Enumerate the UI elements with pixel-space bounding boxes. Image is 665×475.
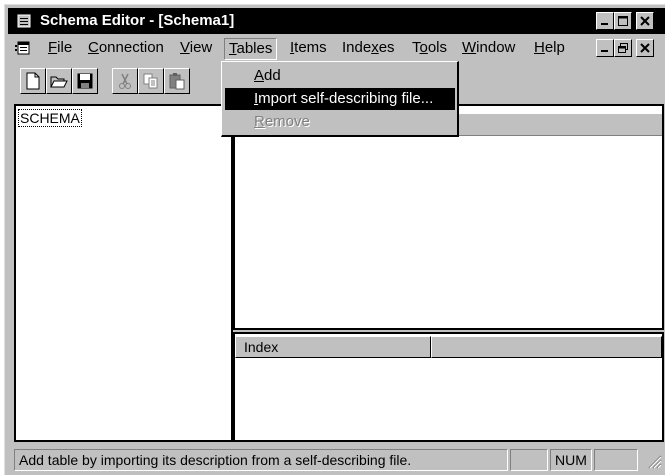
status-field-caps xyxy=(510,449,548,471)
window-title: Schema Editor - [Schema1] xyxy=(40,12,235,29)
cut-icon xyxy=(119,73,131,89)
items-pane xyxy=(233,104,664,330)
index-pane: Index xyxy=(233,332,664,442)
schema-tree[interactable]: SCHEMA xyxy=(14,104,233,442)
new-button[interactable] xyxy=(20,68,46,94)
menu-connection[interactable]: Connection xyxy=(84,38,168,58)
paste-button[interactable] xyxy=(164,68,190,94)
tree-root-schema[interactable]: SCHEMA xyxy=(18,109,82,127)
tables-dropdown: Add Import self-describing file... Remov… xyxy=(221,61,459,137)
app-icon[interactable] xyxy=(16,13,32,29)
status-field-scroll xyxy=(594,449,638,471)
menu-file[interactable]: File xyxy=(44,38,76,58)
index-column-header[interactable]: Index xyxy=(235,336,431,358)
menu-help[interactable]: Help xyxy=(530,38,569,58)
child-restore-button[interactable] xyxy=(614,39,632,57)
restore-icon xyxy=(618,43,628,53)
maximize-icon xyxy=(618,16,628,26)
paste-icon xyxy=(169,73,185,90)
resize-grip-icon[interactable] xyxy=(648,455,662,469)
title-bar[interactable]: Schema Editor - [Schema1] xyxy=(8,8,665,34)
minimize-icon xyxy=(600,16,610,26)
close-icon xyxy=(640,16,650,26)
child-minimize-button[interactable] xyxy=(596,39,614,57)
close-button[interactable] xyxy=(636,12,654,30)
menu-item-add[interactable]: Add xyxy=(225,65,455,87)
menu-view[interactable]: View xyxy=(176,38,216,58)
menu-tools[interactable]: Tools xyxy=(408,38,451,58)
menu-indexes[interactable]: Indexes xyxy=(338,38,399,58)
menu-items[interactable]: Items xyxy=(286,38,331,58)
close-icon xyxy=(640,43,650,53)
minimize-button[interactable] xyxy=(596,12,614,30)
index-column-label: Index xyxy=(244,339,279,355)
menu-tables[interactable]: Tables xyxy=(224,38,278,60)
minimize-icon xyxy=(601,50,608,52)
doc-icon[interactable] xyxy=(14,40,30,56)
status-message: Add table by importing its description f… xyxy=(14,449,508,471)
save-button[interactable] xyxy=(72,68,98,94)
copy-icon xyxy=(143,73,158,89)
menu-window[interactable]: Window xyxy=(458,38,519,58)
index-column-header-2[interactable] xyxy=(431,336,662,358)
status-bar: Add table by importing its description f… xyxy=(8,445,665,475)
open-button[interactable] xyxy=(46,68,72,94)
open-folder-icon xyxy=(50,76,68,88)
new-file-icon xyxy=(26,72,40,90)
maximize-button[interactable] xyxy=(614,12,632,30)
copy-button[interactable] xyxy=(138,68,164,94)
cut-button[interactable] xyxy=(112,68,138,94)
menu-item-import[interactable]: Import self-describing file... xyxy=(225,88,455,110)
menu-item-remove: Remove xyxy=(254,113,310,130)
menu-bar: File Connection View Tables Items Indexe… xyxy=(8,36,665,60)
save-icon xyxy=(77,73,93,89)
status-num: NUM xyxy=(550,449,592,471)
child-close-button[interactable] xyxy=(636,39,654,57)
